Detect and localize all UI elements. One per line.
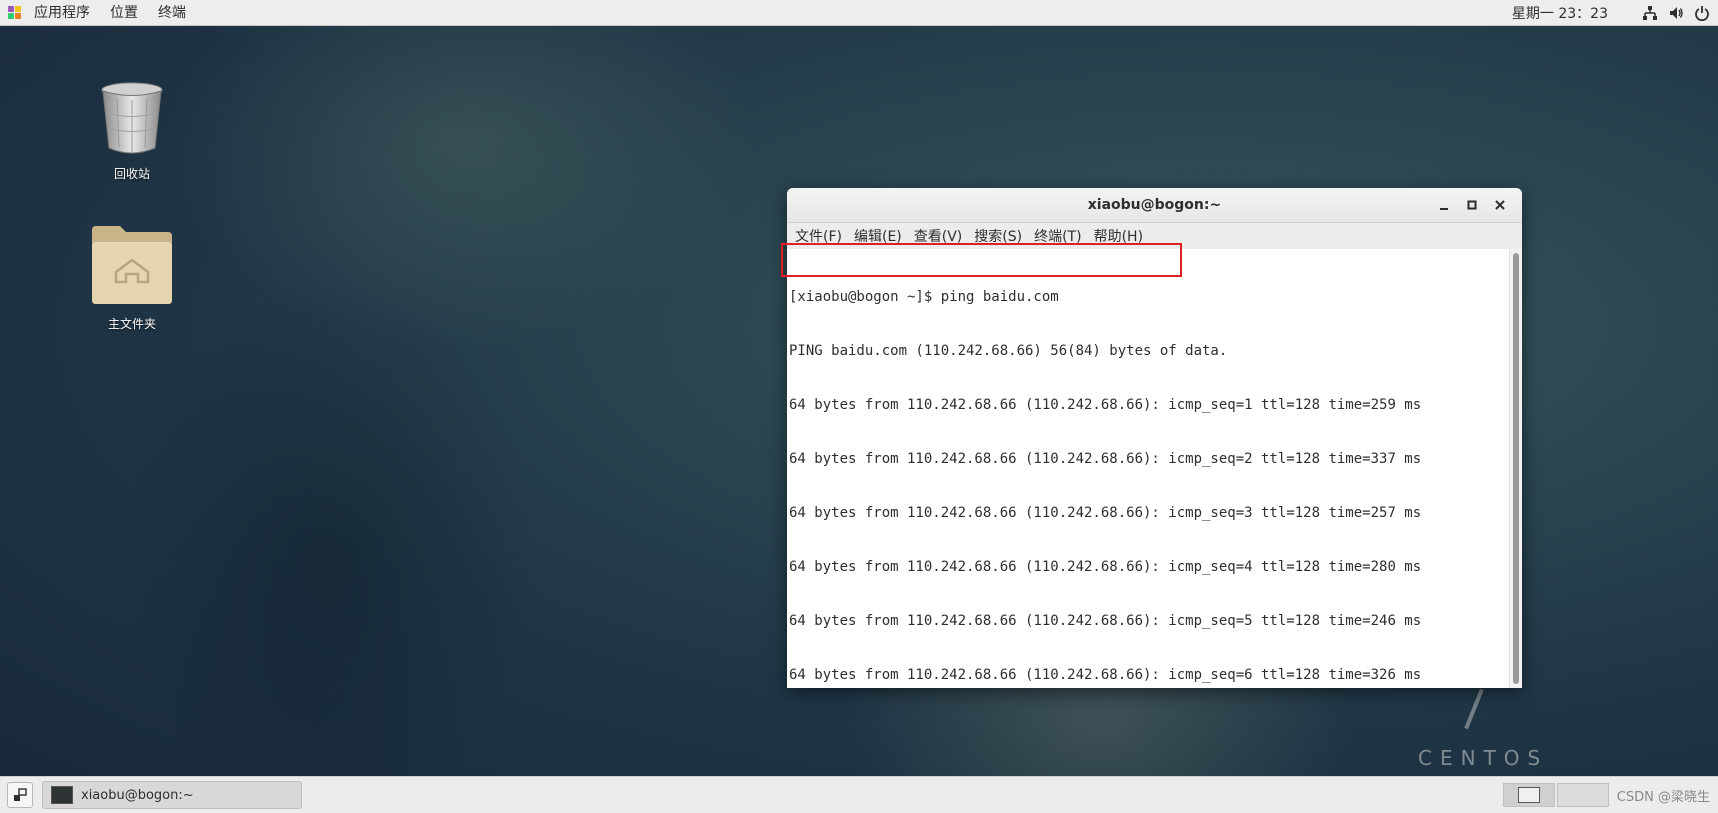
workspace-window-preview — [1517, 787, 1540, 803]
terminal-scrollbar[interactable] — [1509, 249, 1522, 688]
trash-icon — [101, 82, 163, 154]
terminal-line: PING baidu.com (110.242.68.66) 56(84) by… — [789, 343, 1228, 359]
scrollbar-thumb[interactable] — [1513, 253, 1519, 684]
menu-help[interactable]: 帮助(H) — [1088, 226, 1149, 246]
menu-view[interactable]: 查看(V) — [908, 226, 969, 246]
home-folder-icon — [92, 226, 172, 304]
menu-search[interactable]: 搜索(S) — [968, 226, 1028, 246]
menu-terminal-sub[interactable]: 终端(T) — [1028, 226, 1087, 246]
terminal-window[interactable]: xiaobu@bogon:~ 文件(F) 编辑(E) 查看(V) 搜索(S) 终… — [787, 188, 1522, 688]
menu-places[interactable]: 位置 — [100, 0, 148, 26]
clock[interactable]: 星期一 23：23 — [1512, 3, 1608, 23]
menu-file[interactable]: 文件(F) — [789, 226, 848, 246]
top-panel-right: 星期一 23：23 — [1512, 0, 1718, 26]
desktop-trash[interactable]: 回收站 — [72, 78, 192, 182]
terminal-line-prompt: [xiaobu@bogon ~]$ ping baidu.com — [789, 289, 1059, 305]
watermark: CSDN @梁晓生 — [1616, 789, 1710, 805]
volume-icon[interactable] — [1668, 5, 1684, 21]
top-panel: 应用程序 位置 终端 星期一 23：23 — [0, 0, 1718, 26]
window-title: xiaobu@bogon:~ — [1087, 197, 1222, 213]
terminal-output[interactable]: [xiaobu@bogon ~]$ ping baidu.com PING ba… — [787, 249, 1522, 688]
terminal-line: 64 bytes from 110.242.68.66 (110.242.68.… — [789, 451, 1422, 467]
minimize-icon — [1440, 208, 1448, 210]
bottom-panel: xiaobu@bogon:~ CSDN @梁晓生 — [0, 776, 1718, 813]
close-button[interactable] — [1486, 192, 1514, 218]
terminal-menubar: 文件(F) 编辑(E) 查看(V) 搜索(S) 终端(T) 帮助(H) — [787, 223, 1522, 250]
taskbar-item-label: xiaobu@bogon:~ — [81, 787, 194, 803]
menu-applications[interactable]: 应用程序 — [24, 0, 100, 26]
gnome-apps-icon[interactable] — [8, 5, 22, 20]
workspace-2[interactable] — [1556, 783, 1609, 807]
terminal-line: 64 bytes from 110.242.68.66 (110.242.68.… — [789, 505, 1422, 521]
trash-label: 回收站 — [113, 167, 150, 181]
maximize-icon — [1467, 200, 1477, 210]
centos-brand: CENTOS — [1418, 746, 1549, 770]
terminal-line: 64 bytes from 110.242.68.66 (110.242.68.… — [789, 559, 1422, 575]
terminal-line: 64 bytes from 110.242.68.66 (110.242.68.… — [789, 667, 1422, 683]
top-menu: 应用程序 位置 终端 — [24, 0, 196, 26]
workspace-switcher: CSDN @梁晓生 — [1502, 777, 1718, 813]
minimize-button[interactable] — [1430, 192, 1458, 218]
show-desktop-button[interactable] — [7, 782, 33, 808]
show-desktop-icon — [14, 788, 27, 801]
close-icon — [1495, 200, 1505, 210]
maximize-button[interactable] — [1458, 192, 1486, 218]
desktop-home-folder[interactable]: 主文件夹 — [72, 224, 192, 332]
terminal-line: 64 bytes from 110.242.68.66 (110.242.68.… — [789, 613, 1422, 629]
power-icon[interactable] — [1694, 5, 1710, 21]
menu-edit[interactable]: 编辑(E) — [848, 226, 908, 246]
centos-logo-slash — [1464, 688, 1484, 730]
taskbar-item-terminal[interactable]: xiaobu@bogon:~ — [42, 781, 302, 809]
terminal-lines: [xiaobu@bogon ~]$ ping baidu.com PING ba… — [789, 252, 1421, 688]
terminal-icon — [51, 786, 73, 804]
home-folder-label: 主文件夹 — [107, 317, 156, 331]
window-controls — [1430, 188, 1514, 222]
network-icon[interactable] — [1642, 5, 1658, 21]
workspace-1[interactable] — [1502, 783, 1555, 807]
terminal-line: 64 bytes from 110.242.68.66 (110.242.68.… — [789, 397, 1422, 413]
window-titlebar[interactable]: xiaobu@bogon:~ — [787, 188, 1522, 223]
menu-terminal[interactable]: 终端 — [148, 0, 196, 26]
